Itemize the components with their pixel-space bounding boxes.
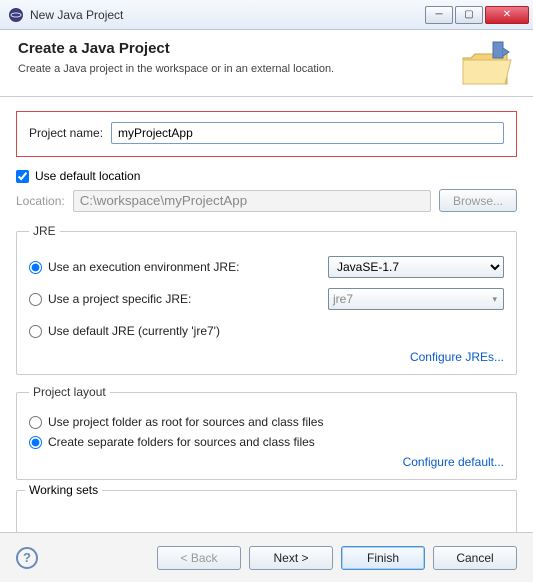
titlebar: New Java Project ─ ▢ ✕ <box>0 0 533 30</box>
jre-project-label: Use a project specific JRE: <box>48 292 191 306</box>
jre-default-radio[interactable] <box>29 325 42 338</box>
eclipse-icon <box>8 7 24 23</box>
next-button[interactable]: Next > <box>249 546 333 570</box>
cancel-button[interactable]: Cancel <box>433 546 517 570</box>
finish-button[interactable]: Finish <box>341 546 425 570</box>
jre-exec-env-label: Use an execution environment JRE: <box>48 260 239 274</box>
working-sets-legend: Working sets <box>25 483 102 497</box>
jre-group: JRE Use an execution environment JRE: Ja… <box>16 224 517 375</box>
layout-root-label: Use project folder as root for sources a… <box>48 415 323 429</box>
location-label: Location: <box>16 194 65 208</box>
jre-project-select: jre7 <box>328 288 504 310</box>
layout-root-radio[interactable] <box>29 416 42 429</box>
layout-separate-label: Create separate folders for sources and … <box>48 435 315 449</box>
configure-default-link[interactable]: Configure default... <box>403 455 504 469</box>
project-layout-group: Project layout Use project folder as roo… <box>16 385 517 480</box>
page-title: Create a Java Project <box>18 40 451 57</box>
location-input <box>73 190 431 212</box>
configure-jres-link[interactable]: Configure JREs... <box>410 350 504 364</box>
use-default-location-label: Use default location <box>35 169 140 183</box>
project-name-label: Project name: <box>29 126 103 140</box>
jre-project-radio[interactable] <box>29 293 42 306</box>
project-name-group: Project name: <box>16 111 517 157</box>
jre-default-label: Use default JRE (currently 'jre7') <box>48 324 220 338</box>
maximize-button[interactable]: ▢ <box>455 6 483 24</box>
help-button[interactable]: ? <box>16 547 38 569</box>
close-button[interactable]: ✕ <box>485 6 529 24</box>
project-layout-legend: Project layout <box>29 385 110 399</box>
layout-separate-radio[interactable] <box>29 436 42 449</box>
dialog-footer: ? < Back Next > Finish Cancel <box>0 532 533 582</box>
use-default-location-checkbox[interactable] <box>16 170 29 183</box>
minimize-button[interactable]: ─ <box>425 6 453 24</box>
folder-java-icon <box>459 40 515 88</box>
browse-button: Browse... <box>439 189 517 212</box>
jre-exec-env-radio[interactable] <box>29 261 42 274</box>
back-button: < Back <box>157 546 241 570</box>
jre-exec-env-select[interactable]: JavaSE-1.7 <box>328 256 504 278</box>
page-subtitle: Create a Java project in the workspace o… <box>18 63 451 75</box>
project-name-input[interactable] <box>111 122 504 144</box>
jre-legend: JRE <box>29 224 60 238</box>
dialog-header: Create a Java Project Create a Java proj… <box>0 30 533 97</box>
window-title: New Java Project <box>30 8 425 22</box>
